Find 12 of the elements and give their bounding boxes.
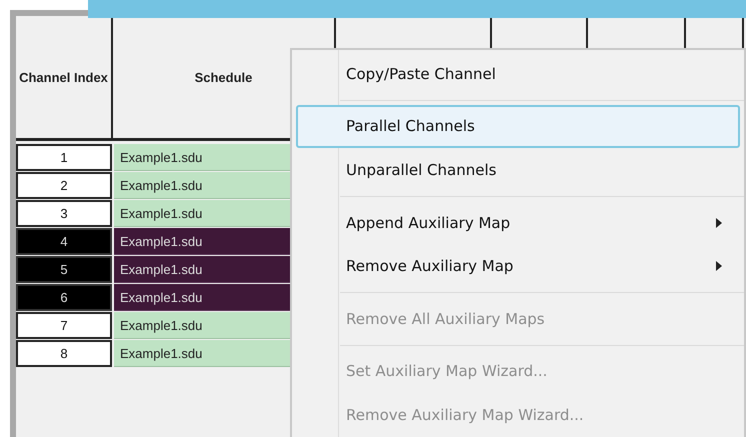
index-cell[interactable]: 8 — [16, 340, 112, 367]
index-cell[interactable]: 7 — [16, 312, 112, 339]
submenu-arrow-icon — [716, 261, 722, 272]
index-cell[interactable]: 3 — [16, 200, 112, 227]
index-cell[interactable]: 4 — [16, 228, 112, 255]
index-cell[interactable]: 6 — [16, 284, 112, 311]
index-cell[interactable]: 2 — [16, 172, 112, 199]
index-cell[interactable]: 5 — [16, 256, 112, 283]
submenu-arrow-icon — [716, 218, 722, 228]
menu-item[interactable]: Parallel Channels — [296, 104, 740, 148]
index-cell[interactable]: 1 — [16, 144, 112, 171]
column-header: Channel Index — [16, 18, 113, 141]
